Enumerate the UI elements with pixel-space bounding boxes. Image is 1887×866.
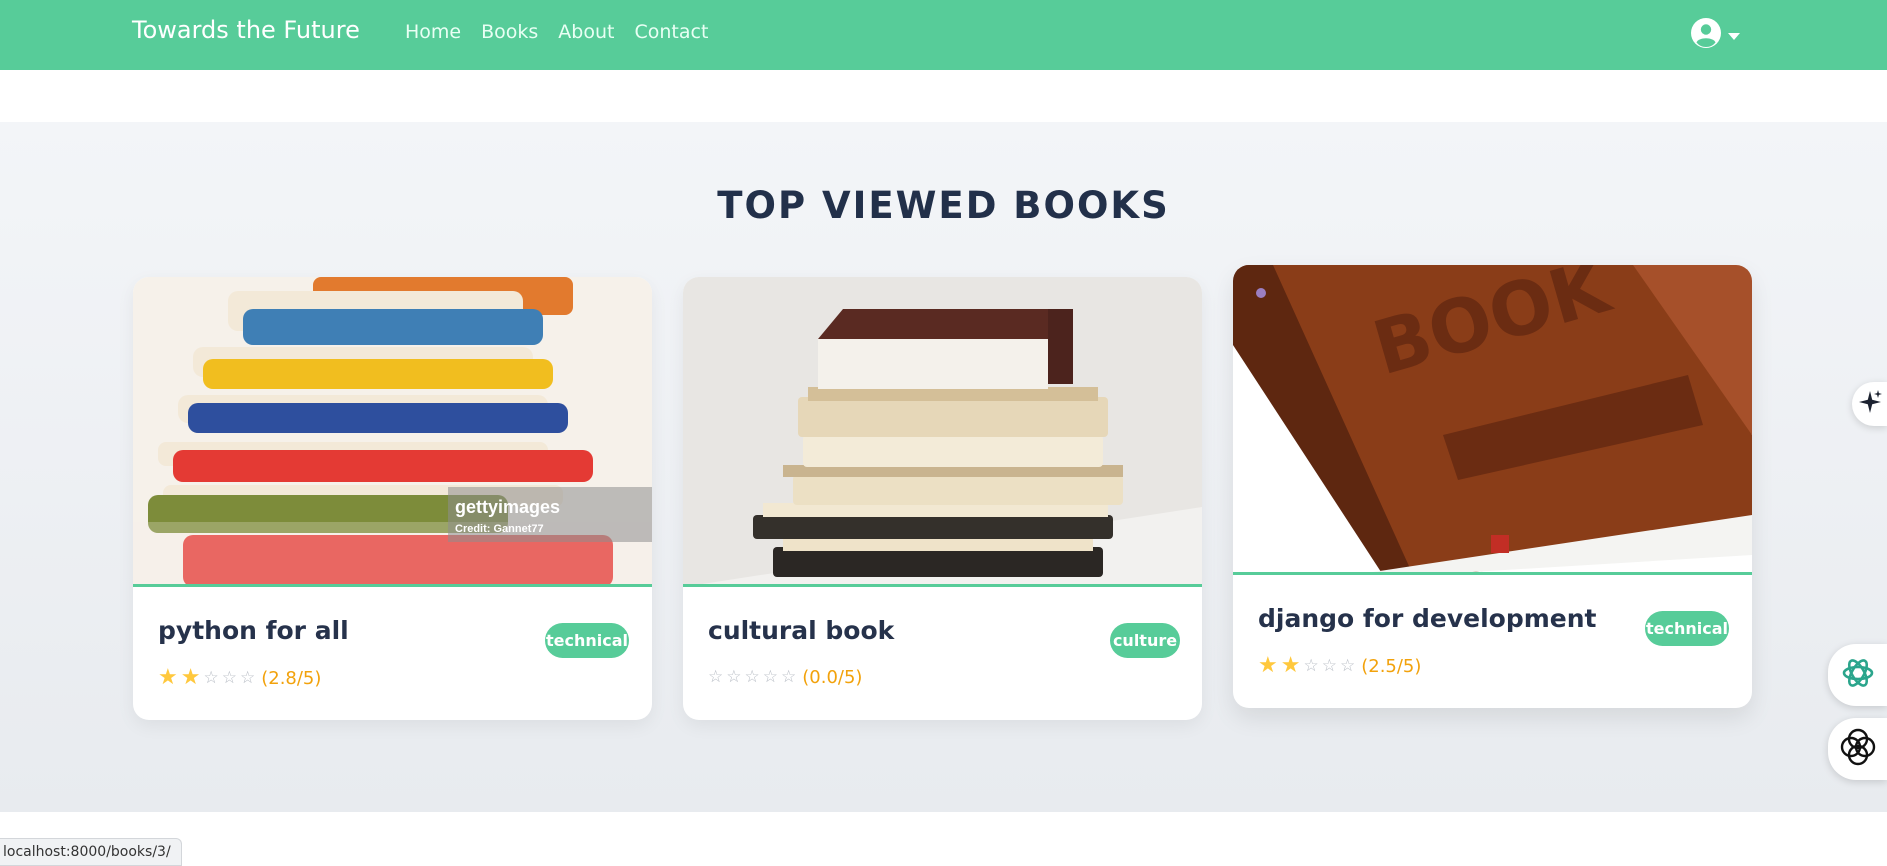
star-icon: ★: [158, 665, 178, 690]
book-rating: ★ ★ ☆ ☆ ☆ (2.8/5): [158, 667, 321, 689]
star-outline-icon: ☆: [239, 667, 256, 688]
star-outline-icon: ☆: [762, 667, 778, 687]
book-rating: ★ ★ ☆ ☆ ☆ (2.5/5): [1258, 655, 1421, 677]
book-card[interactable]: cultural book culture ☆ ☆ ☆ ☆ ☆ (0.0/5): [683, 277, 1202, 720]
star-icon: ★: [1258, 653, 1278, 678]
section-title: TOP VIEWED BOOKS: [717, 184, 1170, 227]
book-card[interactable]: BOOK django for development technical ★ …: [1233, 265, 1752, 708]
book-title[interactable]: django for development: [1258, 604, 1597, 633]
star-outline-icon: ☆: [203, 667, 219, 688]
link-status-bar: localhost:8000/books/3/: [0, 838, 182, 866]
watermark-credit: Credit: Gannet77: [455, 523, 544, 535]
assistant-extension-button[interactable]: [1828, 718, 1887, 780]
sparkle-icon: [1857, 389, 1883, 419]
star-outline-icon: ☆: [781, 667, 797, 687]
brand-link[interactable]: Towards the Future: [132, 16, 360, 44]
nav-link-about[interactable]: About: [558, 21, 614, 43]
book-cover-image: BOOK: [1233, 265, 1752, 575]
star-outline-icon: ☆: [726, 667, 742, 687]
openai-extension-button[interactable]: [1828, 644, 1887, 706]
navbar: Towards the Future Home Books About Cont…: [0, 0, 1887, 70]
nav-link-home[interactable]: Home: [405, 21, 461, 43]
user-circle-icon: [1690, 17, 1722, 53]
flower-logo-icon: [1836, 725, 1880, 773]
top-viewed-section: TOP VIEWED BOOKS gettyimages Credit: Gan…: [0, 122, 1887, 812]
star-outline-icon: ☆: [744, 667, 760, 687]
book-card[interactable]: gettyimages Credit: Gannet77 python for …: [133, 277, 652, 720]
star-outline-icon: ☆: [221, 667, 237, 688]
book-title[interactable]: cultural book: [708, 616, 894, 645]
category-badge: technical: [1645, 611, 1729, 646]
openai-logo-icon: [1838, 653, 1878, 697]
user-menu-dropdown[interactable]: [1690, 17, 1740, 53]
watermark-text: gettyimages: [455, 497, 560, 517]
rating-score: (2.5/5): [1361, 655, 1422, 677]
nav-links: Home Books About Contact: [405, 21, 708, 43]
rating-score: (0.0/5): [802, 667, 863, 688]
nav-link-books[interactable]: Books: [481, 21, 538, 43]
star-icon: ★: [1280, 653, 1301, 678]
book-cover-image: [683, 277, 1202, 587]
star-outline-icon: ☆: [1303, 655, 1319, 676]
chevron-down-icon: [1728, 32, 1740, 40]
star-outline-icon: ☆: [1321, 655, 1337, 676]
star-outline-icon: ☆: [1339, 655, 1356, 676]
star-icon: ★: [180, 665, 201, 690]
rating-score: (2.8/5): [261, 667, 322, 689]
star-outline-icon: ☆: [708, 667, 724, 687]
book-title[interactable]: python for all: [158, 616, 349, 645]
nav-link-contact[interactable]: Contact: [634, 21, 708, 43]
book-cover-image: gettyimages Credit: Gannet77: [133, 277, 652, 587]
category-badge: culture: [1110, 623, 1180, 658]
category-badge: technical: [545, 623, 629, 658]
book-rating: ☆ ☆ ☆ ☆ ☆ (0.0/5): [708, 667, 862, 688]
